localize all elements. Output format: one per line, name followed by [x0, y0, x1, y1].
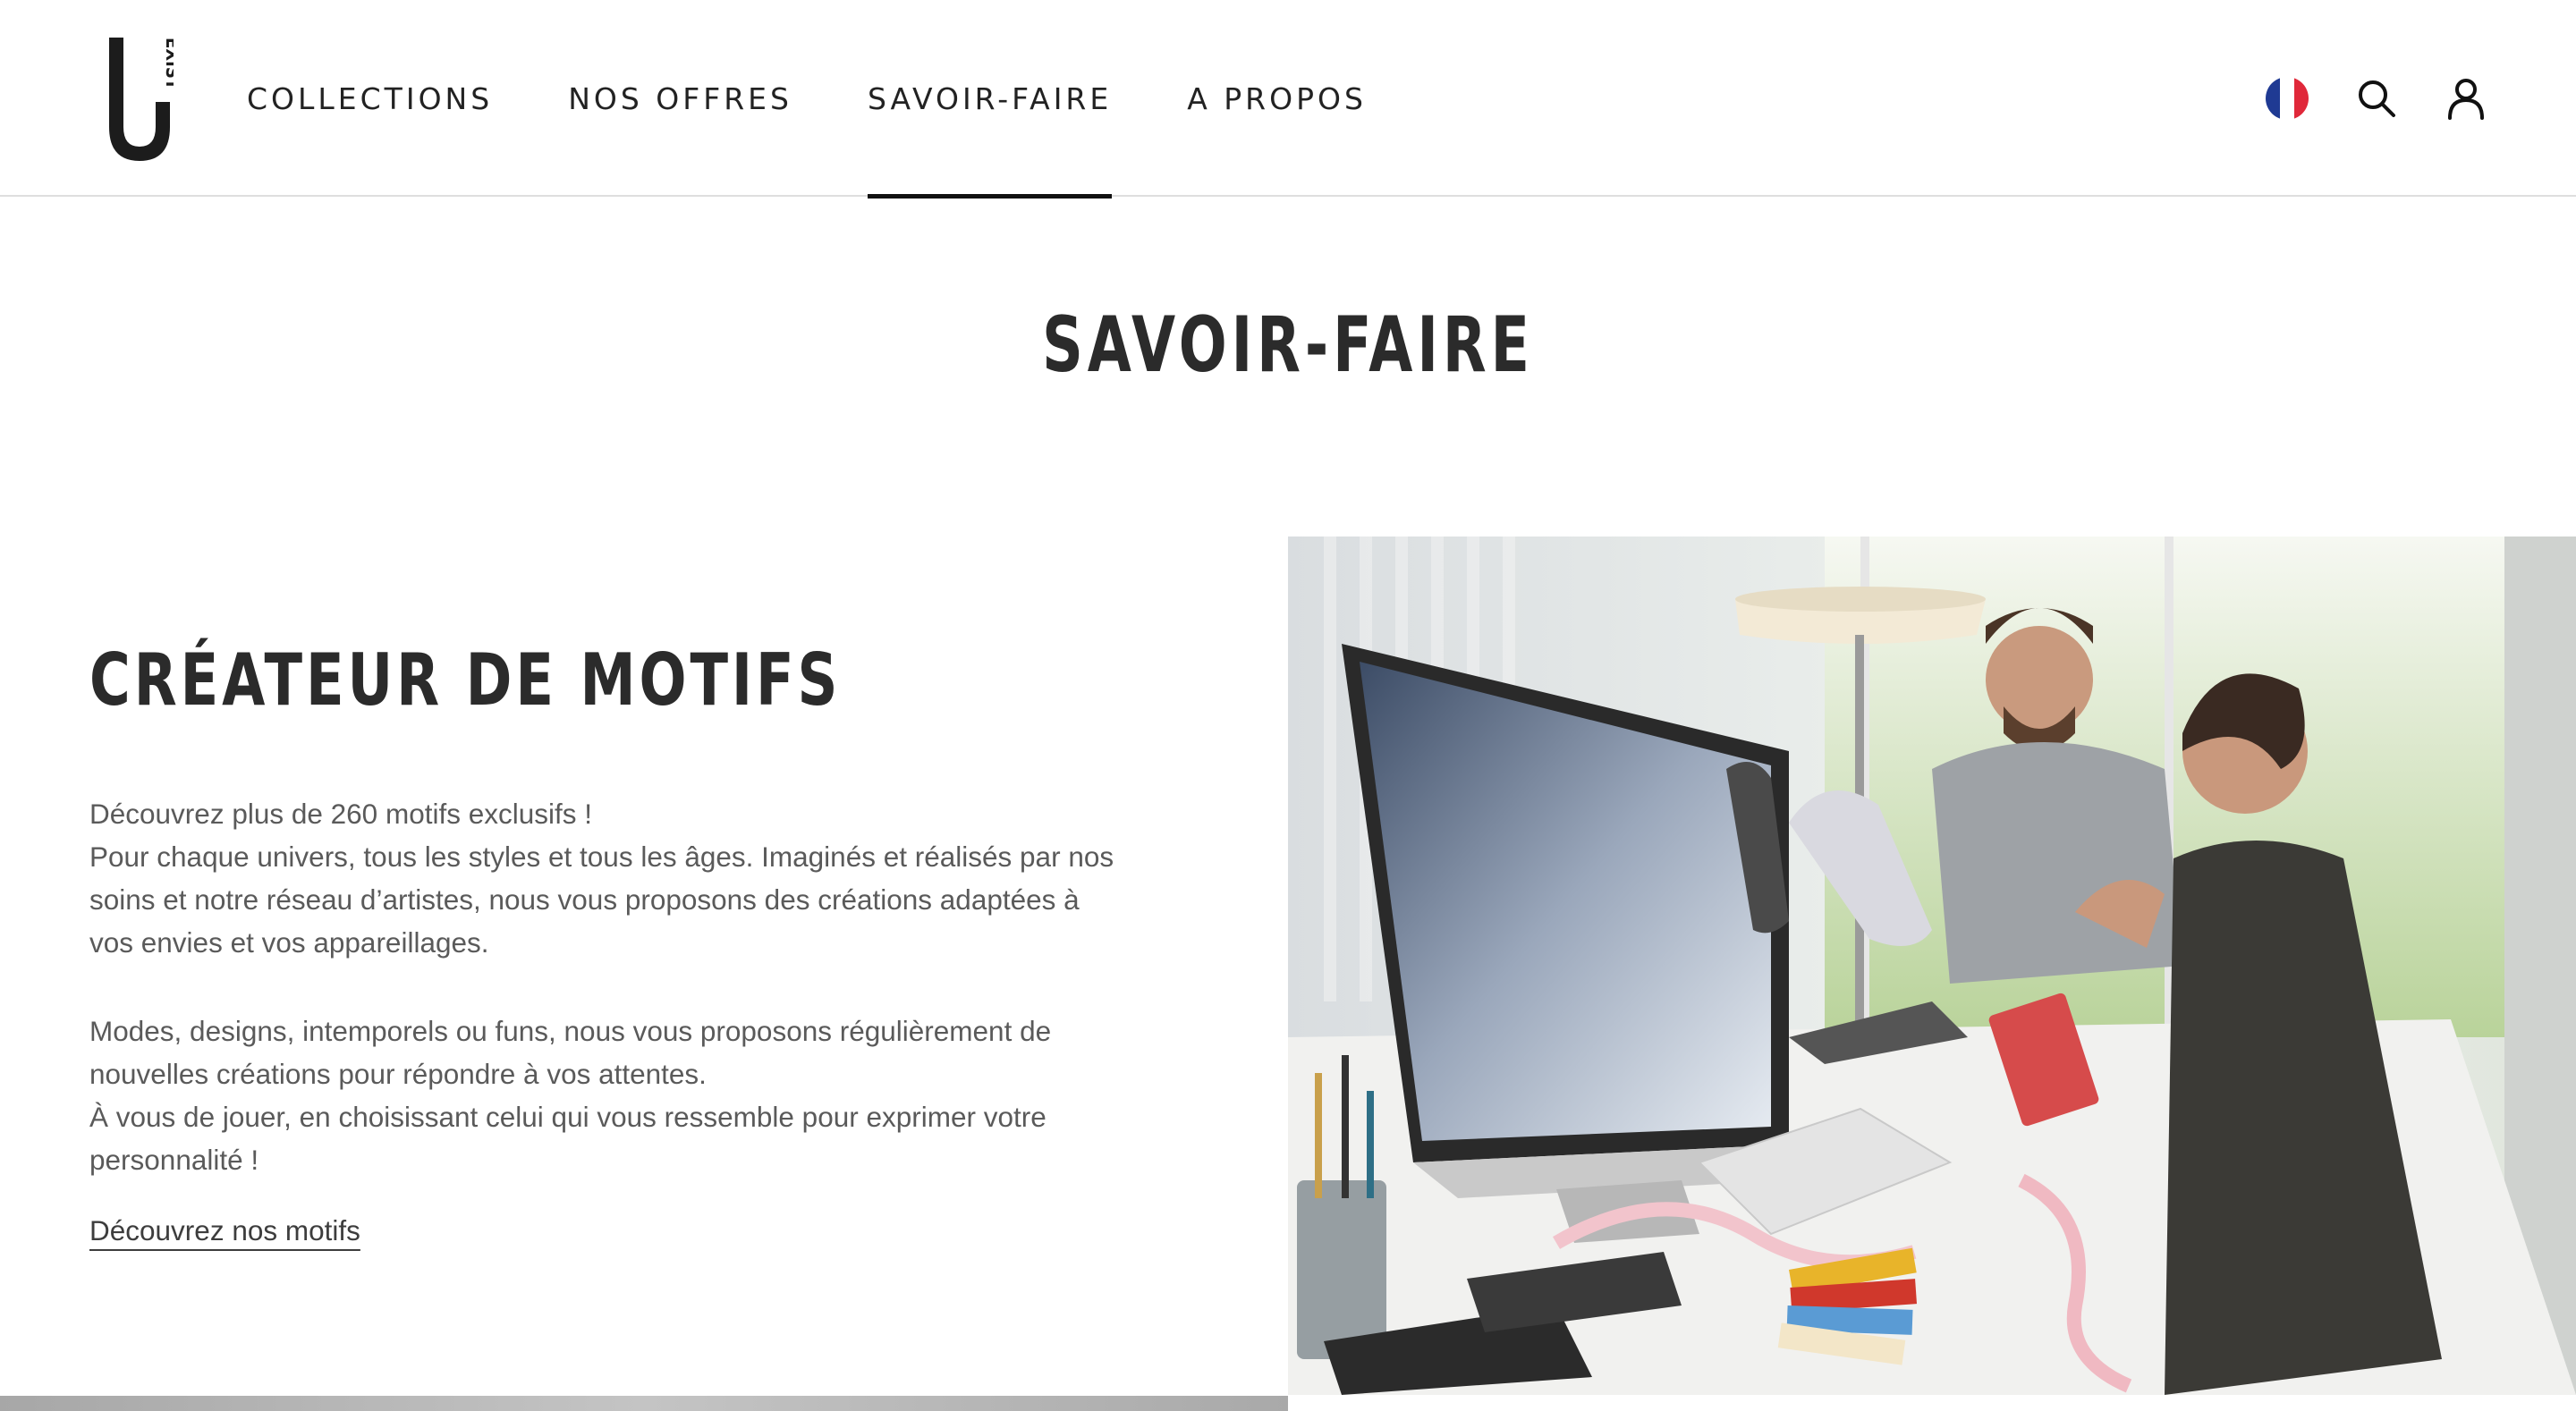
search-icon[interactable] — [2352, 74, 2401, 123]
uexist-logo[interactable]: EXIST — [106, 34, 174, 163]
nav-item-savoir-faire[interactable]: SAVOIR-FAIRE — [867, 0, 1113, 199]
detail-text-2: À vous de jouer, en choisissant celui qu… — [89, 1101, 1046, 1176]
nav-item-nos-offres[interactable]: NOS OFFRES — [568, 0, 792, 197]
main-nav: COLLECTIONS NOS OFFRES SAVOIR-FAIRE A PR… — [247, 0, 1442, 199]
logo-word: EXIST — [162, 38, 174, 90]
nav-item-collections[interactable]: COLLECTIONS — [247, 0, 493, 197]
user-icon[interactable] — [2442, 74, 2490, 123]
intro-paragraph: Découvrez plus de 260 motifs exclusifs !… — [89, 792, 1118, 964]
section-heading: CRÉATEUR DE MOTIFS — [89, 638, 842, 722]
flag-fr-icon[interactable] — [2263, 74, 2311, 123]
workshop-illustration — [1288, 537, 2576, 1395]
intro-line: Découvrez plus de 260 motifs exclusifs ! — [89, 798, 593, 830]
detail-paragraph: Modes, designs, intemporels ou funs, nou… — [89, 1010, 1118, 1181]
workshop-photo — [1288, 537, 2576, 1395]
nav-item-a-propos[interactable]: A PROPOS — [1187, 0, 1367, 197]
discover-motifs-link[interactable]: Découvrez nos motifs — [89, 1214, 360, 1247]
site-header: EXIST COLLECTIONS NOS OFFRES SAVOIR-FAIR… — [0, 0, 2576, 199]
header-actions — [2263, 0, 2490, 197]
intro-text: Pour chaque univers, tous les styles et … — [89, 841, 1114, 959]
detail-text: Modes, designs, intemporels ou funs, nou… — [89, 1015, 1052, 1090]
page-title: SAVOIR-FAIRE — [1042, 300, 1534, 390]
next-section-preview — [0, 1396, 1288, 1411]
